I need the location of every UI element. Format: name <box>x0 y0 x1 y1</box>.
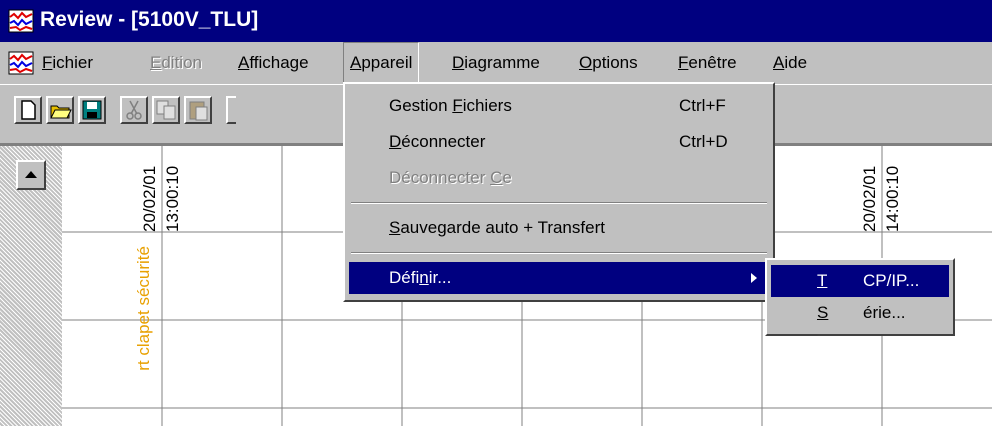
channel-label: rt clapet sécurité <box>134 246 153 371</box>
open-icon <box>50 105 72 119</box>
copy-icon <box>156 100 176 120</box>
time-label-time: 13:00:10 <box>163 165 182 232</box>
title-bar: Review - [5100V_TLU] <box>0 0 992 42</box>
paste-button[interactable] <box>184 96 212 124</box>
appareil-dropdown-menu: Gestion Fichiers Ctrl+F Déconnecter Ctrl… <box>343 82 775 302</box>
chart-app-icon <box>8 9 34 33</box>
menu-affichage[interactable]: Affichage <box>238 42 309 84</box>
menu-item-deconnecter-ce[interactable]: Déconnecter Ce <box>349 162 769 194</box>
cut-icon <box>126 100 142 120</box>
open-button[interactable] <box>46 96 74 124</box>
menu-fichier[interactable]: Fichier <box>42 42 93 84</box>
menu-item-serie[interactable]: Série... <box>771 297 949 329</box>
menu-item-tcpip[interactable]: T CP/IP... <box>771 265 949 297</box>
document-chart-icon[interactable] <box>8 51 34 75</box>
time-label-date: 20/02/01 <box>140 165 159 232</box>
menu-options[interactable]: Options <box>579 42 638 84</box>
save-icon <box>82 100 102 120</box>
time-label-time: 14:00:10 <box>883 165 902 232</box>
menu-diagramme[interactable]: Diagramme <box>452 42 540 84</box>
menu-edition[interactable]: Edition <box>150 42 202 84</box>
shortcut-label: Ctrl+F <box>679 96 726 115</box>
cut-button[interactable] <box>120 96 148 124</box>
definir-submenu: T CP/IP... Série... <box>765 258 955 336</box>
shortcut-label: Ctrl+D <box>679 132 728 151</box>
vertical-scrollbar[interactable] <box>0 146 62 426</box>
time-label-date: 20/02/01 <box>860 165 879 232</box>
scroll-up-button[interactable] <box>16 160 46 190</box>
menu-item-definir[interactable]: Définir... <box>349 262 769 294</box>
new-button[interactable] <box>14 96 42 124</box>
menu-appareil[interactable]: Appareil <box>343 42 420 84</box>
menu-item-sauvegarde[interactable]: Sauvegarde auto + Transfert <box>349 212 769 244</box>
menu-separator <box>351 252 767 254</box>
menu-aide[interactable]: Aide <box>773 42 807 84</box>
menu-item-deconnecter[interactable]: Déconnecter Ctrl+D <box>349 126 769 158</box>
new-icon <box>21 100 36 120</box>
copy-button[interactable] <box>152 96 180 124</box>
paste-icon <box>189 101 208 121</box>
menu-item-gestion-fichiers[interactable]: Gestion Fichiers Ctrl+F <box>349 90 769 122</box>
submenu-arrow-icon <box>751 273 757 283</box>
toolbar-button-partial[interactable] <box>226 96 236 124</box>
menu-fenetre[interactable]: Fenêtre <box>678 42 737 84</box>
save-button[interactable] <box>78 96 106 124</box>
menu-separator <box>351 202 767 204</box>
arrow-up-icon <box>25 171 37 178</box>
window-title: Review - [5100V_TLU] <box>40 8 259 31</box>
menu-bar: Fichier Edition Affichage Appareil Diagr… <box>0 42 992 84</box>
